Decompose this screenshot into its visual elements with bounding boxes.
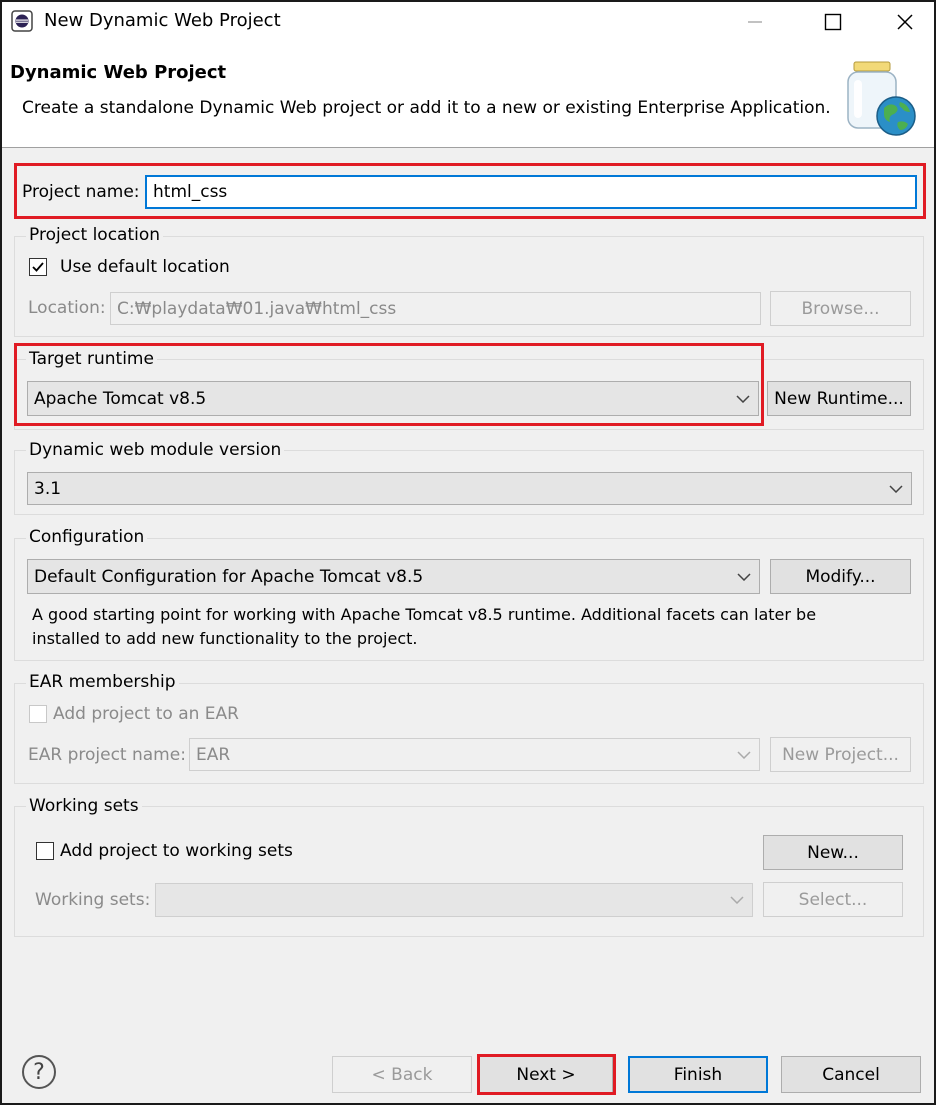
- chevron-down-icon: [736, 394, 750, 403]
- configuration-description-line2: installed to add new functionality to th…: [32, 629, 418, 648]
- chevron-down-icon: [889, 484, 903, 493]
- location-label: Location:: [28, 298, 106, 318]
- wizard-header: Dynamic Web Project Create a standalone …: [2, 42, 934, 148]
- dialog-window: New Dynamic Web Project Dynamic Web Proj…: [0, 0, 936, 1105]
- maximize-button[interactable]: [810, 2, 856, 42]
- title-bar: New Dynamic Web Project: [2, 2, 934, 42]
- module-version-select[interactable]: 3.1: [27, 472, 912, 505]
- project-name-input[interactable]: html_css: [145, 175, 917, 209]
- web-project-jar-globe-icon: [847, 61, 916, 136]
- cancel-button[interactable]: Cancel: [781, 1056, 921, 1093]
- target-runtime-group-label: Target runtime: [26, 349, 157, 369]
- window-title: New Dynamic Web Project: [44, 10, 281, 31]
- browse-button[interactable]: Browse...: [770, 291, 911, 326]
- new-runtime-button[interactable]: New Runtime...: [767, 381, 911, 416]
- use-default-location-label: Use default location: [60, 257, 230, 277]
- add-to-ear-checkbox[interactable]: [29, 705, 47, 723]
- close-button[interactable]: [882, 2, 928, 42]
- ear-project-name-value: EAR: [196, 744, 231, 765]
- help-icon: ?: [33, 1059, 45, 1085]
- checkmark-icon: [32, 262, 44, 272]
- close-icon: [897, 14, 913, 30]
- working-sets-group-label: Working sets: [26, 796, 142, 816]
- project-location-group-label: Project location: [26, 225, 164, 245]
- chevron-down-icon: [737, 572, 751, 581]
- configuration-value: Default Configuration for Apache Tomcat …: [34, 566, 424, 587]
- new-working-set-button[interactable]: New...: [763, 835, 903, 870]
- add-to-working-sets-label: Add project to working sets: [60, 841, 293, 861]
- maximize-icon: [824, 13, 842, 31]
- new-ear-project-button[interactable]: New Project...: [770, 737, 911, 772]
- add-to-working-sets-checkbox[interactable]: [36, 842, 54, 860]
- project-name-label: Project name:: [22, 182, 140, 202]
- module-version-value: 3.1: [34, 478, 62, 499]
- target-runtime-value: Apache Tomcat v8.5: [34, 388, 207, 409]
- working-sets-select[interactable]: [155, 883, 753, 917]
- finish-button[interactable]: Finish: [628, 1056, 768, 1093]
- chevron-down-icon: [737, 750, 751, 759]
- minimize-icon: [748, 21, 762, 23]
- page-title: Dynamic Web Project: [10, 62, 227, 83]
- location-input[interactable]: C:₩playdata₩01.java₩html_css: [110, 292, 761, 325]
- project-name-value: html_css: [153, 182, 228, 202]
- location-value: C:₩playdata₩01.java₩html_css: [117, 298, 397, 319]
- minimize-button[interactable]: [732, 2, 778, 42]
- ear-membership-group-label: EAR membership: [26, 672, 179, 692]
- ear-project-name-label: EAR project name:: [28, 745, 186, 765]
- configuration-select[interactable]: Default Configuration for Apache Tomcat …: [27, 559, 760, 594]
- working-sets-group: [14, 806, 924, 937]
- select-working-set-button[interactable]: Select...: [763, 882, 903, 917]
- configuration-description-line1: A good starting point for working with A…: [32, 605, 817, 624]
- add-to-ear-label: Add project to an EAR: [53, 704, 239, 724]
- back-button[interactable]: < Back: [332, 1056, 472, 1093]
- next-button-highlight: [477, 1054, 616, 1095]
- ear-project-name-select[interactable]: EAR: [189, 738, 760, 771]
- help-button[interactable]: ?: [22, 1055, 56, 1089]
- working-sets-label: Working sets:: [35, 890, 151, 910]
- module-version-group-label: Dynamic web module version: [26, 440, 285, 460]
- use-default-location-checkbox[interactable]: [29, 258, 47, 276]
- chevron-down-icon: [730, 896, 744, 904]
- page-description: Create a standalone Dynamic Web project …: [22, 98, 831, 118]
- eclipse-app-icon: [11, 10, 33, 32]
- modify-button[interactable]: Modify...: [770, 559, 911, 594]
- target-runtime-select[interactable]: Apache Tomcat v8.5: [27, 381, 759, 416]
- configuration-group-label: Configuration: [26, 527, 148, 547]
